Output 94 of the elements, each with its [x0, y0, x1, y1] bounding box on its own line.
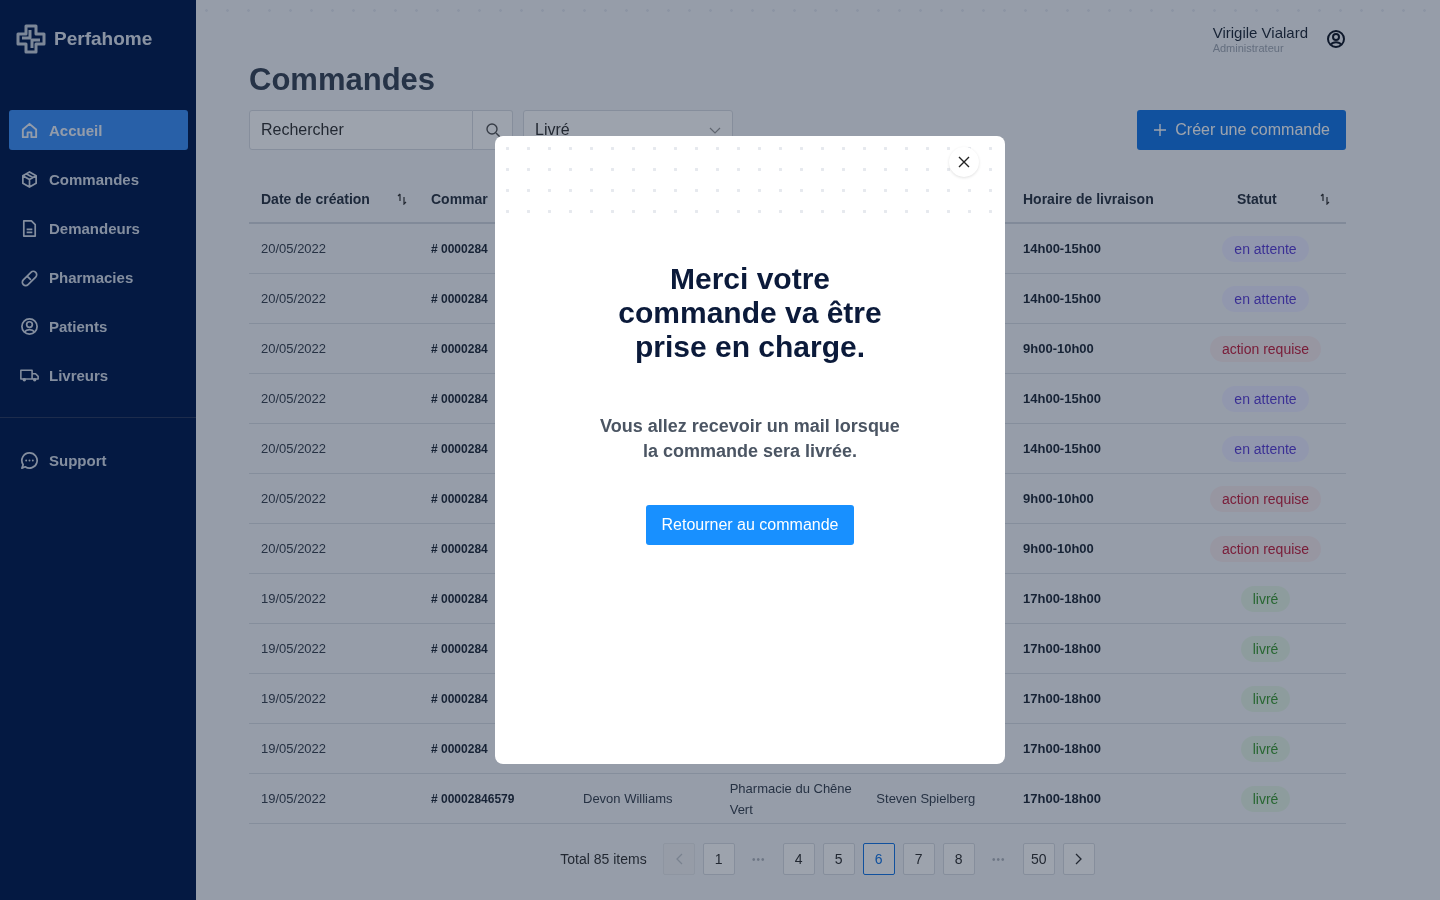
- courier-cell: Steven Spielberg: [876, 791, 976, 806]
- order-number: # 0000284: [431, 691, 488, 706]
- nav-item[interactable]: Pharmacies: [9, 257, 188, 297]
- delivery-time: 14h00-15h00: [1023, 441, 1102, 456]
- date-cell: 19/05/2022: [261, 741, 327, 756]
- date-cell: 20/05/2022: [261, 491, 327, 506]
- status-tag: livré: [1240, 785, 1291, 812]
- column-header: Statut: [1237, 191, 1277, 207]
- requester-cell: Devon Williams: [583, 791, 673, 806]
- chevron-right-icon: [1074, 853, 1083, 865]
- status-tag: en attente: [1222, 235, 1309, 262]
- account-icon[interactable]: [1326, 29, 1346, 49]
- total-count: Total 85 items: [560, 851, 647, 867]
- nav-item[interactable]: Demandeurs: [9, 208, 188, 248]
- chevron-left-icon: [674, 853, 683, 865]
- brand-name: Perfahome: [54, 28, 153, 50]
- status-tag: action requise: [1209, 335, 1322, 362]
- delivery-time: 14h00-15h00: [1023, 391, 1102, 406]
- return-button[interactable]: Retourner au commande: [645, 505, 855, 545]
- page-title: Commandes: [249, 62, 437, 98]
- date-cell: 20/05/2022: [261, 391, 327, 406]
- page-button[interactable]: 4: [782, 843, 815, 875]
- dialog-message: Vous allez recevoir un mail lorsque la commande sera livrée.: [600, 415, 900, 463]
- delivery-time: 14h00-15h00: [1023, 241, 1102, 256]
- page-button[interactable]: 1: [702, 843, 735, 875]
- delivery-time: 17h00-18h00: [1023, 591, 1102, 606]
- close-button[interactable]: [949, 147, 979, 177]
- status-tag: en attente: [1222, 385, 1309, 412]
- delivery-time: 9h00-10h00: [1023, 541, 1094, 556]
- sort-icon[interactable]: [397, 193, 407, 205]
- nav-item[interactable]: Patients: [9, 306, 188, 346]
- date-cell: 19/05/2022: [261, 791, 327, 806]
- date-cell: 20/05/2022: [261, 441, 327, 456]
- status-tag: en attente: [1222, 285, 1309, 312]
- logo-icon: [16, 24, 46, 54]
- document-icon: [20, 218, 39, 238]
- nav-item[interactable]: Livreurs: [9, 355, 188, 395]
- column-header: Horaire de livraison: [1023, 191, 1154, 207]
- order-number: # 0000284: [431, 741, 488, 756]
- nav-item[interactable]: Commandes: [9, 159, 188, 199]
- status-tag: livré: [1240, 685, 1291, 712]
- order-number: # 0000284: [431, 341, 488, 356]
- page-button[interactable]: 5: [822, 843, 855, 875]
- order-number: # 0000284: [431, 391, 488, 406]
- order-number: # 0000284: [431, 241, 488, 256]
- home-icon: [20, 120, 39, 140]
- pharmacy-cell-text: Pharmacie du Chêne Vert: [729, 779, 853, 819]
- page-button[interactable]: 8: [942, 843, 975, 875]
- status-tag: livré: [1240, 635, 1291, 662]
- status-tag: livré: [1240, 735, 1291, 762]
- column-header: Date de création: [261, 191, 370, 207]
- date-cell: 20/05/2022: [261, 341, 327, 356]
- order-number: # 0000284: [431, 291, 488, 306]
- date-cell: 20/05/2022: [261, 291, 327, 306]
- date-cell: 19/05/2022: [261, 691, 327, 706]
- user-name: Virigile Vialard: [1212, 23, 1308, 42]
- dialog-title: Merci votre commande va être prise en charge.: [617, 262, 883, 364]
- chat-icon: [20, 450, 39, 470]
- box-icon: [20, 169, 39, 189]
- user-icon: [20, 316, 39, 336]
- sort-icon[interactable]: [1320, 193, 1330, 205]
- search-field[interactable]: Rechercher: [249, 110, 473, 150]
- order-number: # 00002846579: [431, 791, 515, 806]
- date-cell: 20/05/2022: [261, 541, 327, 556]
- delivery-time: 14h00-15h00: [1023, 291, 1102, 306]
- create-order-button[interactable]: Créer une commande: [1137, 110, 1346, 150]
- status-tag: action requise: [1209, 485, 1322, 512]
- date-cell: 19/05/2022: [261, 641, 327, 656]
- page-button[interactable]: 6: [862, 843, 895, 875]
- page-button[interactable]: 7: [902, 843, 935, 875]
- delivery-time: 17h00-18h00: [1023, 641, 1102, 656]
- order-number: # 0000284: [431, 541, 488, 556]
- delivery-time: 9h00-10h00: [1023, 491, 1094, 506]
- status-tag: action requise: [1209, 535, 1322, 562]
- order-number: # 0000284: [431, 641, 488, 656]
- search-icon: [484, 122, 501, 138]
- delivery-time: 17h00-18h00: [1023, 691, 1102, 706]
- delivery-time: 17h00-18h00: [1023, 791, 1102, 806]
- close-icon: [958, 156, 970, 168]
- delivery-time: 9h00-10h00: [1023, 341, 1094, 356]
- status-tag: en attente: [1222, 435, 1309, 462]
- order-number: # 0000284: [431, 441, 488, 456]
- order-number: # 0000284: [431, 491, 488, 506]
- plus-icon: [1153, 123, 1168, 137]
- date-cell: 20/05/2022: [261, 241, 327, 256]
- status-tag: livré: [1240, 585, 1291, 612]
- order-number: # 0000284: [431, 591, 488, 606]
- column-header: Commar: [431, 191, 488, 207]
- delivery-time: 17h00-18h00: [1023, 741, 1102, 756]
- nav-item[interactable]: Support: [9, 440, 188, 480]
- page-button[interactable]: 50: [1022, 843, 1055, 875]
- pill-icon: [20, 267, 39, 287]
- caret-icon: [709, 127, 721, 135]
- date-cell: 19/05/2022: [261, 591, 327, 606]
